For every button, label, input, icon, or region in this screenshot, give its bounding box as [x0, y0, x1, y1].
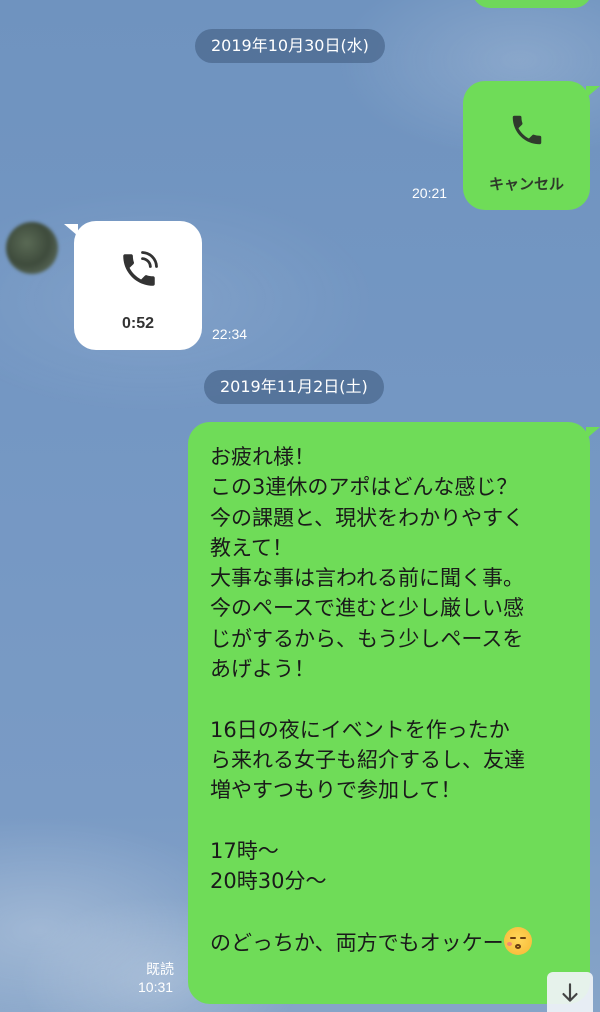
previous-message-bubble[interactable]: [472, 0, 592, 8]
message-bubble[interactable]: お疲れ様！ この3連休のアポはどんな感じ？ 今の課題と、現状をわかりやすく 教え…: [188, 422, 590, 1004]
call-status-label: キャンセル: [488, 175, 564, 193]
bubble-tail: [586, 427, 600, 439]
call-duration: 0:52: [121, 315, 155, 332]
message-time: 10:31: [138, 979, 174, 995]
kissing-face-emoji: [503, 926, 532, 955]
scroll-to-bottom-button[interactable]: [547, 972, 593, 1012]
message-text: お疲れ様！ この3連休のアポはどんな感じ？ 今の課題と、現状をわかりやすく 教え…: [210, 442, 580, 958]
read-receipt: 既読: [146, 962, 174, 978]
incoming-call-bubble[interactable]: 0:52: [74, 221, 202, 350]
bubble-tail: [586, 86, 600, 98]
message-time: 20:21: [412, 185, 448, 201]
phone-icon: [508, 111, 546, 153]
date-separator: 2019年10月30日(水): [195, 29, 385, 63]
arrow-down-icon: [557, 980, 583, 1010]
date-separator: 2019年11月2日(土): [204, 370, 384, 404]
phone-call-icon: [118, 249, 160, 295]
avatar[interactable]: [6, 222, 58, 274]
outgoing-call-bubble[interactable]: キャンセル: [463, 81, 590, 210]
message-time: 22:34: [212, 326, 248, 342]
